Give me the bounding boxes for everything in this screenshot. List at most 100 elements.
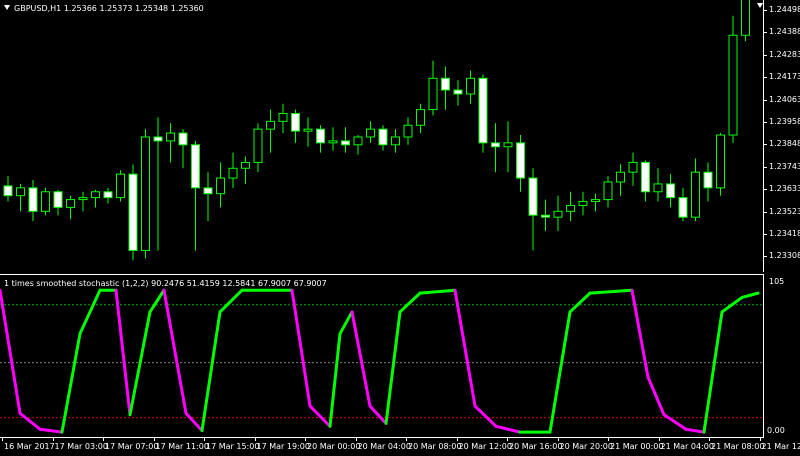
candle-body-bear (103, 191, 113, 199)
time-tick-mark (2, 438, 3, 441)
stochastic-line-segment (218, 288, 244, 314)
symbol-header: GBPUSD,H1 1.25366 1.25373 1.25348 1.2536… (14, 4, 204, 13)
candle-body-bear (703, 171, 713, 189)
candle (516, 135, 525, 192)
candle (741, 0, 750, 42)
candle-body-bull (366, 128, 375, 138)
time-tick-label: 21 Mar 00:00 (610, 442, 664, 451)
time-tick-label: 16 Mar 2017 (4, 442, 55, 451)
candle-body-bull (253, 128, 263, 163)
candle-body-bull (728, 34, 738, 136)
candle-body-bull (91, 191, 100, 199)
price-scale[interactable]: 1.24498 1.24388 1.24283 1.24173 1.24063 1.239… (764, 0, 800, 272)
candle-body-bull (391, 136, 400, 146)
candle-body-bull (716, 134, 725, 189)
candle (316, 125, 325, 153)
stochastic-line-segment (328, 332, 342, 428)
candle (28, 180, 38, 222)
price-chart-pane[interactable]: GBPUSD,H1 1.25366 1.25373 1.25348 1.2536… (0, 0, 764, 272)
price-tick-mark (764, 54, 767, 56)
candle (641, 160, 650, 202)
time-tick-label: 21 Mar 12:00 (761, 442, 800, 451)
time-tick-label: 21 Mar 08:00 (711, 442, 765, 451)
candle-body-bear (28, 187, 38, 212)
candle (328, 127, 338, 151)
price-tick-label: 1.24173 (769, 72, 800, 82)
candle-body-bull (466, 77, 475, 95)
time-tick-label: 17 Mar 19:00 (256, 442, 310, 451)
time-tick-mark (456, 438, 458, 441)
time-tick-label: 20 Mar 00:00 (307, 442, 361, 451)
candle-body-bull (266, 120, 275, 130)
candle-body-bull (741, 0, 750, 36)
candle-body-bear (541, 214, 550, 218)
candle (603, 176, 613, 208)
candle (253, 123, 263, 173)
oscillator-chart (0, 288, 764, 434)
candle (303, 117, 313, 147)
time-tick-mark (608, 438, 609, 441)
candle-body-bull (691, 171, 700, 218)
price-tick-label: 1.23308 (769, 251, 800, 261)
price-tick-mark (764, 234, 767, 235)
candle (403, 117, 413, 145)
candle (553, 195, 563, 231)
candle-body-bear (291, 113, 300, 132)
price-tick-label: 1.24388 (769, 27, 800, 37)
candle-body-bear (491, 142, 500, 148)
candle-body-bear (316, 128, 325, 144)
candle (503, 121, 513, 173)
time-axis[interactable]: 16 Mar 2017 17 Mar 03:00 17 Mar 07:00 17 Ma… (0, 437, 800, 456)
candle-body-bear (191, 144, 200, 189)
time-tick-mark (254, 438, 256, 441)
candle (91, 189, 100, 208)
stochastic-line-segment (308, 404, 332, 428)
price-tick-label: 1.23958 (769, 117, 800, 126)
time-tick-label: 20 Mar 04:00 (357, 442, 411, 451)
chart-shift-icon[interactable] (757, 3, 763, 8)
stochastic-line-segment (418, 288, 457, 295)
price-tick-label: 1.24063 (769, 94, 800, 104)
time-tick-label: 20 Mar 20:00 (559, 442, 613, 451)
price-tick-mark (764, 189, 767, 191)
oscillator-scale: 105 0.00 (764, 274, 800, 437)
chart-window[interactable]: GBPUSD,H1 1.25366 1.25373 1.25348 1.2536… (0, 0, 800, 456)
candle (166, 123, 175, 163)
candle-body-bull (603, 181, 613, 201)
candle-body-bull (78, 197, 88, 201)
candle-body-bear (528, 177, 538, 216)
time-tick-label: 20 Mar 08:00 (408, 442, 462, 451)
candle (691, 158, 700, 222)
candle (528, 168, 538, 251)
candle-body-bull (278, 113, 288, 122)
candle (591, 193, 600, 212)
price-tick-mark (764, 144, 767, 146)
candle-body-bear (3, 185, 13, 197)
stochastic-line-segment (453, 288, 477, 408)
candle (116, 170, 125, 202)
price-tick-label: 1.23848 (769, 139, 800, 149)
time-tick-label: 17 Mar 07:00 (105, 442, 159, 451)
candle-body-bull (216, 177, 225, 195)
oscillator-pane[interactable]: 1 times smoothed stochastic (1,2,2) 90.2… (0, 274, 764, 437)
candle-body-bull (353, 136, 363, 146)
price-tick-mark (764, 99, 767, 101)
price-tick-label: 1.24498 (769, 5, 800, 14)
candle (78, 191, 88, 212)
candle (441, 66, 450, 110)
candle-body-bear (178, 132, 188, 146)
stochastic-line-segment (114, 288, 132, 417)
candle (703, 162, 713, 202)
stochastic-line-segment (740, 291, 760, 299)
stochastic-line-segment (38, 427, 64, 434)
candle (16, 183, 25, 212)
symbol-dropdown-icon[interactable] (4, 5, 10, 10)
stochastic-line-segment (162, 288, 188, 415)
candle-body-bear (666, 183, 675, 199)
symbol-label: GBPUSD,H1 (14, 4, 62, 13)
candle-body-bear (203, 187, 213, 195)
candle (128, 164, 138, 261)
time-tick-mark (305, 438, 306, 441)
candle (653, 168, 663, 202)
candle-body-bull (303, 128, 313, 132)
